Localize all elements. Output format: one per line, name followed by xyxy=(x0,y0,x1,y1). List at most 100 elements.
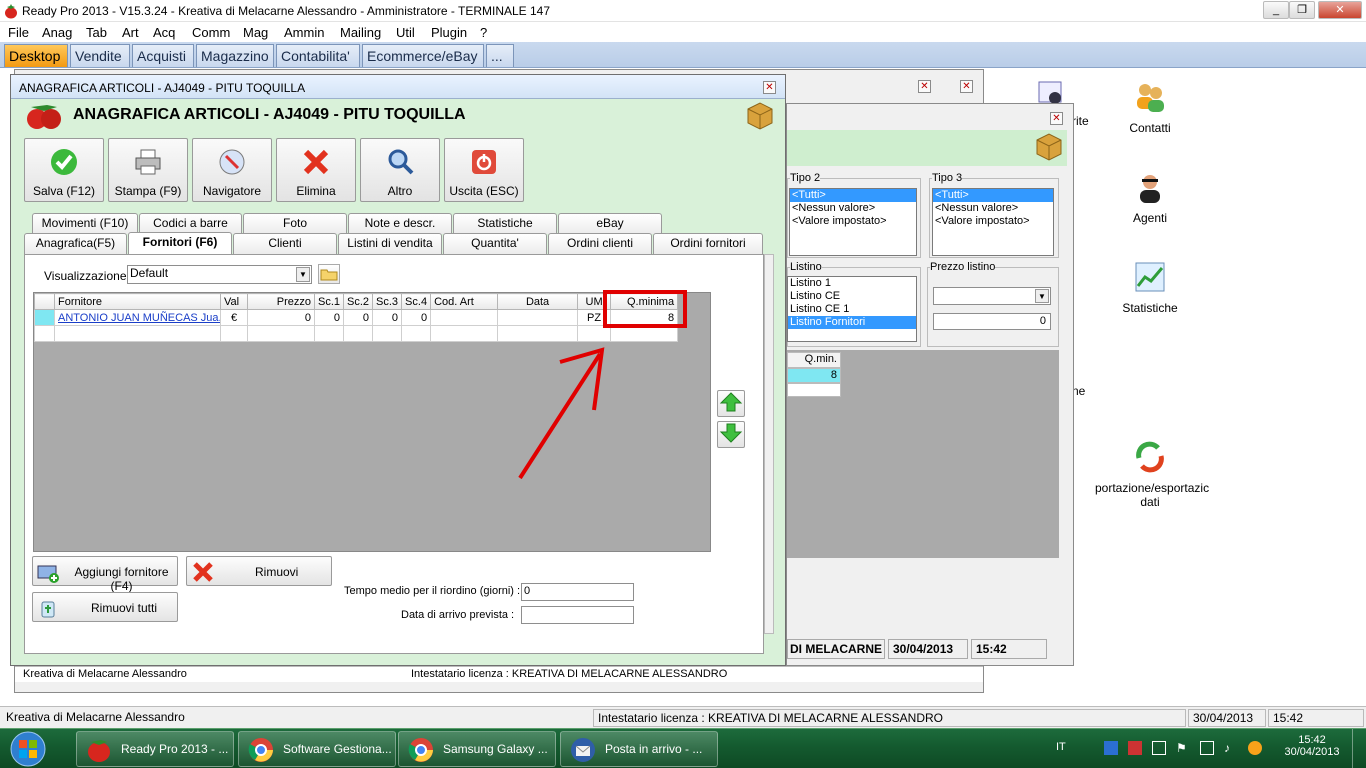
tab-magazzino[interactable]: Magazzino xyxy=(196,44,274,67)
col-header[interactable]: Sc.3 xyxy=(372,293,403,310)
tab-ordini-fornitori[interactable]: Ordini fornitori xyxy=(653,233,763,254)
language-indicator[interactable]: IT xyxy=(1056,741,1066,753)
tab-foto[interactable]: Foto xyxy=(243,213,347,234)
tab-movimenti[interactable]: Movimenti (F10) xyxy=(32,213,138,234)
remove-all-button[interactable]: Rimuovi tutti xyxy=(32,592,178,622)
start-button[interactable] xyxy=(2,730,54,768)
menu-comm[interactable]: Comm xyxy=(192,25,230,40)
chevron-down-icon[interactable]: ▼ xyxy=(296,267,310,282)
tray-device-icon[interactable] xyxy=(1152,741,1166,755)
close-icon[interactable]: ✕ xyxy=(1050,112,1063,125)
menu-util[interactable]: Util xyxy=(396,25,415,40)
chevron-down-icon[interactable]: ▼ xyxy=(1035,289,1049,303)
network-icon[interactable] xyxy=(1200,741,1214,755)
menu-acq[interactable]: Acq xyxy=(153,25,175,40)
folder-button[interactable] xyxy=(318,264,340,284)
tray-app-icon[interactable] xyxy=(1104,741,1118,755)
desktop-icon-import-export[interactable]: portazione/esportazic dati xyxy=(1095,440,1209,509)
tab-ecommerce[interactable]: Ecommerce/eBay xyxy=(362,44,484,67)
menu-tab[interactable]: Tab xyxy=(86,25,107,40)
list-item[interactable]: <Nessun valore> xyxy=(790,202,916,215)
close-button[interactable]: ✕ xyxy=(1318,1,1362,19)
tab-ordini-clienti[interactable]: Ordini clienti xyxy=(548,233,652,254)
tab-desktop[interactable]: Desktop xyxy=(4,44,68,67)
menu-mailing[interactable]: Mailing xyxy=(340,25,381,40)
col-header[interactable]: Fornitore xyxy=(54,293,221,310)
taskbar-item-readypro[interactable]: Ready Pro 2013 - ... xyxy=(76,731,234,767)
move-down-button[interactable] xyxy=(717,421,745,448)
tab-quantita[interactable]: Quantita' xyxy=(443,233,547,254)
tray-clock[interactable]: 15:42 30/04/2013 xyxy=(1280,734,1344,758)
table-cell[interactable]: € xyxy=(220,309,248,326)
close-icon[interactable]: ✕ xyxy=(960,80,973,93)
tab-codici-barre[interactable]: Codici a barre xyxy=(139,213,242,234)
list-item[interactable]: Listino CE xyxy=(788,290,916,303)
maximize-button[interactable]: ❐ xyxy=(1289,1,1315,19)
tab-fornitori[interactable]: Fornitori (F6) xyxy=(128,232,232,255)
col-header[interactable]: Sc.4 xyxy=(401,293,432,310)
list-item[interactable]: Listino 1 xyxy=(788,277,916,290)
listino-listbox[interactable]: Listino 1 Listino CE Listino CE 1 Listin… xyxy=(787,276,917,342)
menu-file[interactable]: File xyxy=(8,25,29,40)
prezzo-listino-select[interactable]: ▼ xyxy=(933,287,1051,305)
taskbar-item-chrome-1[interactable]: Software Gestiona... xyxy=(238,731,396,767)
minimize-button[interactable]: _ xyxy=(1263,1,1289,19)
show-desktop-button[interactable] xyxy=(1352,729,1366,768)
menu-art[interactable]: Art xyxy=(122,25,139,40)
taskbar-item-chrome-2[interactable]: Samsung Galaxy ... xyxy=(398,731,556,767)
col-header[interactable]: Sc.2 xyxy=(343,293,374,310)
list-item[interactable]: <Nessun valore> xyxy=(933,202,1053,215)
table-cell[interactable] xyxy=(430,309,499,326)
menu-mag[interactable]: Mag xyxy=(243,25,268,40)
menu-plugin[interactable]: Plugin xyxy=(431,25,467,40)
menu-ammin[interactable]: Ammin xyxy=(284,25,324,40)
list-item[interactable]: <Tutti> xyxy=(790,189,916,202)
table-cell[interactable]: 0 xyxy=(401,309,432,326)
exit-button[interactable]: Uscita (ESC) xyxy=(444,138,524,202)
prezzo-listino-value[interactable]: 0 xyxy=(933,313,1051,330)
table-cell[interactable] xyxy=(497,309,579,326)
remove-button[interactable]: Rimuovi xyxy=(186,556,332,586)
list-item[interactable]: <Tutti> xyxy=(933,189,1053,202)
col-header[interactable]: Sc.1 xyxy=(313,293,345,310)
table-cell[interactable]: 0 xyxy=(247,309,315,326)
tab-acquisti[interactable]: Acquisti xyxy=(132,44,194,67)
table-cell[interactable]: 0 xyxy=(372,309,403,326)
altro-button[interactable]: Altro xyxy=(360,138,440,202)
panel-scrollbar[interactable] xyxy=(764,254,774,634)
tab-more[interactable]: ... xyxy=(486,44,514,67)
tab-ebay[interactable]: eBay xyxy=(558,213,662,234)
col-header[interactable]: Prezzo xyxy=(247,293,315,310)
tab-anagrafica[interactable]: Anagrafica(F5) xyxy=(24,233,127,254)
col-header[interactable]: Cod. Art xyxy=(430,293,499,310)
tipo2-listbox[interactable]: <Tutti> <Nessun valore> <Valore impostat… xyxy=(789,188,917,256)
desktop-icon-agenti[interactable]: Agenti xyxy=(1095,170,1205,225)
list-item[interactable]: <Valore impostato> xyxy=(790,215,916,228)
tempo-input[interactable]: 0 xyxy=(521,583,634,601)
flag-icon[interactable]: ⚑ xyxy=(1176,741,1190,755)
table-row[interactable]: ANTONIO JUAN MUÑECAS Jua... € 0 0 0 0 0 … xyxy=(34,309,679,326)
tipo3-listbox[interactable]: <Tutti> <Nessun valore> <Valore impostat… xyxy=(932,188,1054,256)
dialog-close-button[interactable]: ✕ xyxy=(763,81,776,94)
add-supplier-button[interactable]: Aggiungi fornitore (F4) xyxy=(32,556,178,593)
tab-vendite[interactable]: Vendite xyxy=(70,44,130,67)
list-item[interactable]: Listino CE 1 xyxy=(788,303,916,316)
arrivo-input[interactable] xyxy=(521,606,634,624)
tray-security-icon[interactable] xyxy=(1128,741,1142,755)
tab-note[interactable]: Note e descr. xyxy=(348,213,452,234)
save-button[interactable]: Salva (F12) xyxy=(24,138,104,202)
tab-clienti[interactable]: Clienti xyxy=(233,233,337,254)
menu-anag[interactable]: Anag xyxy=(42,25,72,40)
col-header[interactable]: Val xyxy=(220,293,248,310)
visualizzazione-select[interactable]: Default ▼ xyxy=(127,265,312,284)
desktop-icon-contatti[interactable]: Contatti xyxy=(1095,80,1205,135)
delete-button[interactable]: Elimina xyxy=(276,138,356,202)
row-indicator[interactable] xyxy=(34,309,55,326)
print-button[interactable]: Stampa (F9) xyxy=(108,138,188,202)
table-cell[interactable]: 0 xyxy=(343,309,374,326)
menu-help[interactable]: ? xyxy=(480,25,487,40)
navigator-button[interactable]: Navigatore xyxy=(192,138,272,202)
table-cell[interactable]: 0 xyxy=(313,309,345,326)
list-item[interactable]: <Valore impostato> xyxy=(933,215,1053,228)
tab-contabilita[interactable]: Contabilita' xyxy=(276,44,360,67)
